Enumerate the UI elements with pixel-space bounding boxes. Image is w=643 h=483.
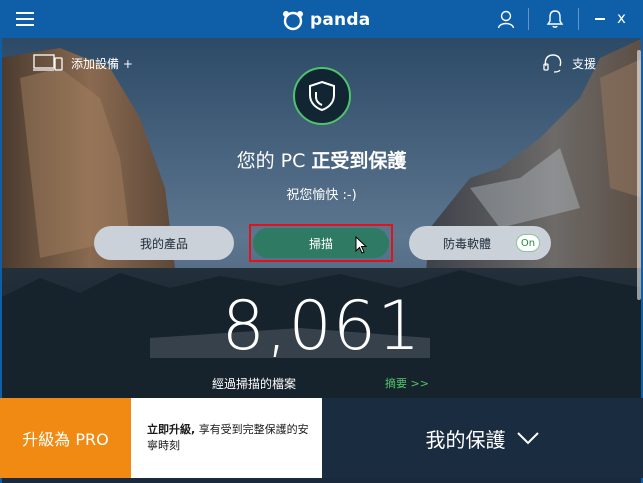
headset-icon [543,54,562,73]
bell-icon[interactable] [545,9,565,29]
support-label: 支援 [572,56,597,71]
add-device-button[interactable]: 添加設備 + [33,54,133,72]
user-icon[interactable] [496,9,516,29]
protection-status-indicator [293,67,351,125]
summary-link[interactable]: 摘要 >> [385,375,429,391]
mouse-cursor-icon [355,236,367,254]
panda-logo: panda [282,9,370,31]
logo-text: panda [310,10,371,30]
my-products-button[interactable]: 我的產品 [94,226,234,260]
status-subtitle: 祝您愉快 :-) [286,188,357,203]
bottom-bar: 升級為 PRO 立即升級, 享有受到完整保護的安寧時刻 我的保護 [0,398,643,483]
minimize-icon[interactable] [595,18,605,20]
scan-button[interactable]: 掃描 [253,228,389,258]
title-separator [578,8,579,30]
antivirus-label: 防毒軟體 [443,236,492,251]
shield-icon [309,80,335,112]
support-button[interactable]: 支援 [542,52,596,74]
hamburger-icon[interactable] [16,12,34,26]
panda-app-window: panda x 添加設備 + 支援 您的 PC 正受到保護 祝您愉快:-) 我… [0,0,643,483]
status-emphasis: 正受到保護 [311,150,407,172]
antivirus-toggle[interactable]: On [516,234,540,252]
chevron-down-icon [516,432,539,445]
devices-icon [33,54,63,71]
close-icon[interactable]: x [617,9,626,27]
my-protection-label: 我的保護 [425,427,506,452]
add-device-label: 添加設備 + [71,56,133,71]
my-protection-button[interactable]: 我的保護 [322,398,643,478]
promo-bold: 立即升級, [147,423,196,436]
scanned-files-label: 經過掃描的檔案 [212,377,297,391]
upgrade-pro-button[interactable]: 升級為 PRO [0,398,131,478]
protection-status-text: 您的 PC 正受到保護 [0,146,643,173]
panda-logo-icon [283,11,303,31]
title-bar: panda x [0,0,643,38]
scanned-files-count: 8,061 [221,287,422,366]
upgrade-promo: 立即升級, 享有受到完整保護的安寧時刻 [131,398,322,478]
title-separator [528,8,529,30]
status-prefix: 您的 PC [236,150,312,172]
